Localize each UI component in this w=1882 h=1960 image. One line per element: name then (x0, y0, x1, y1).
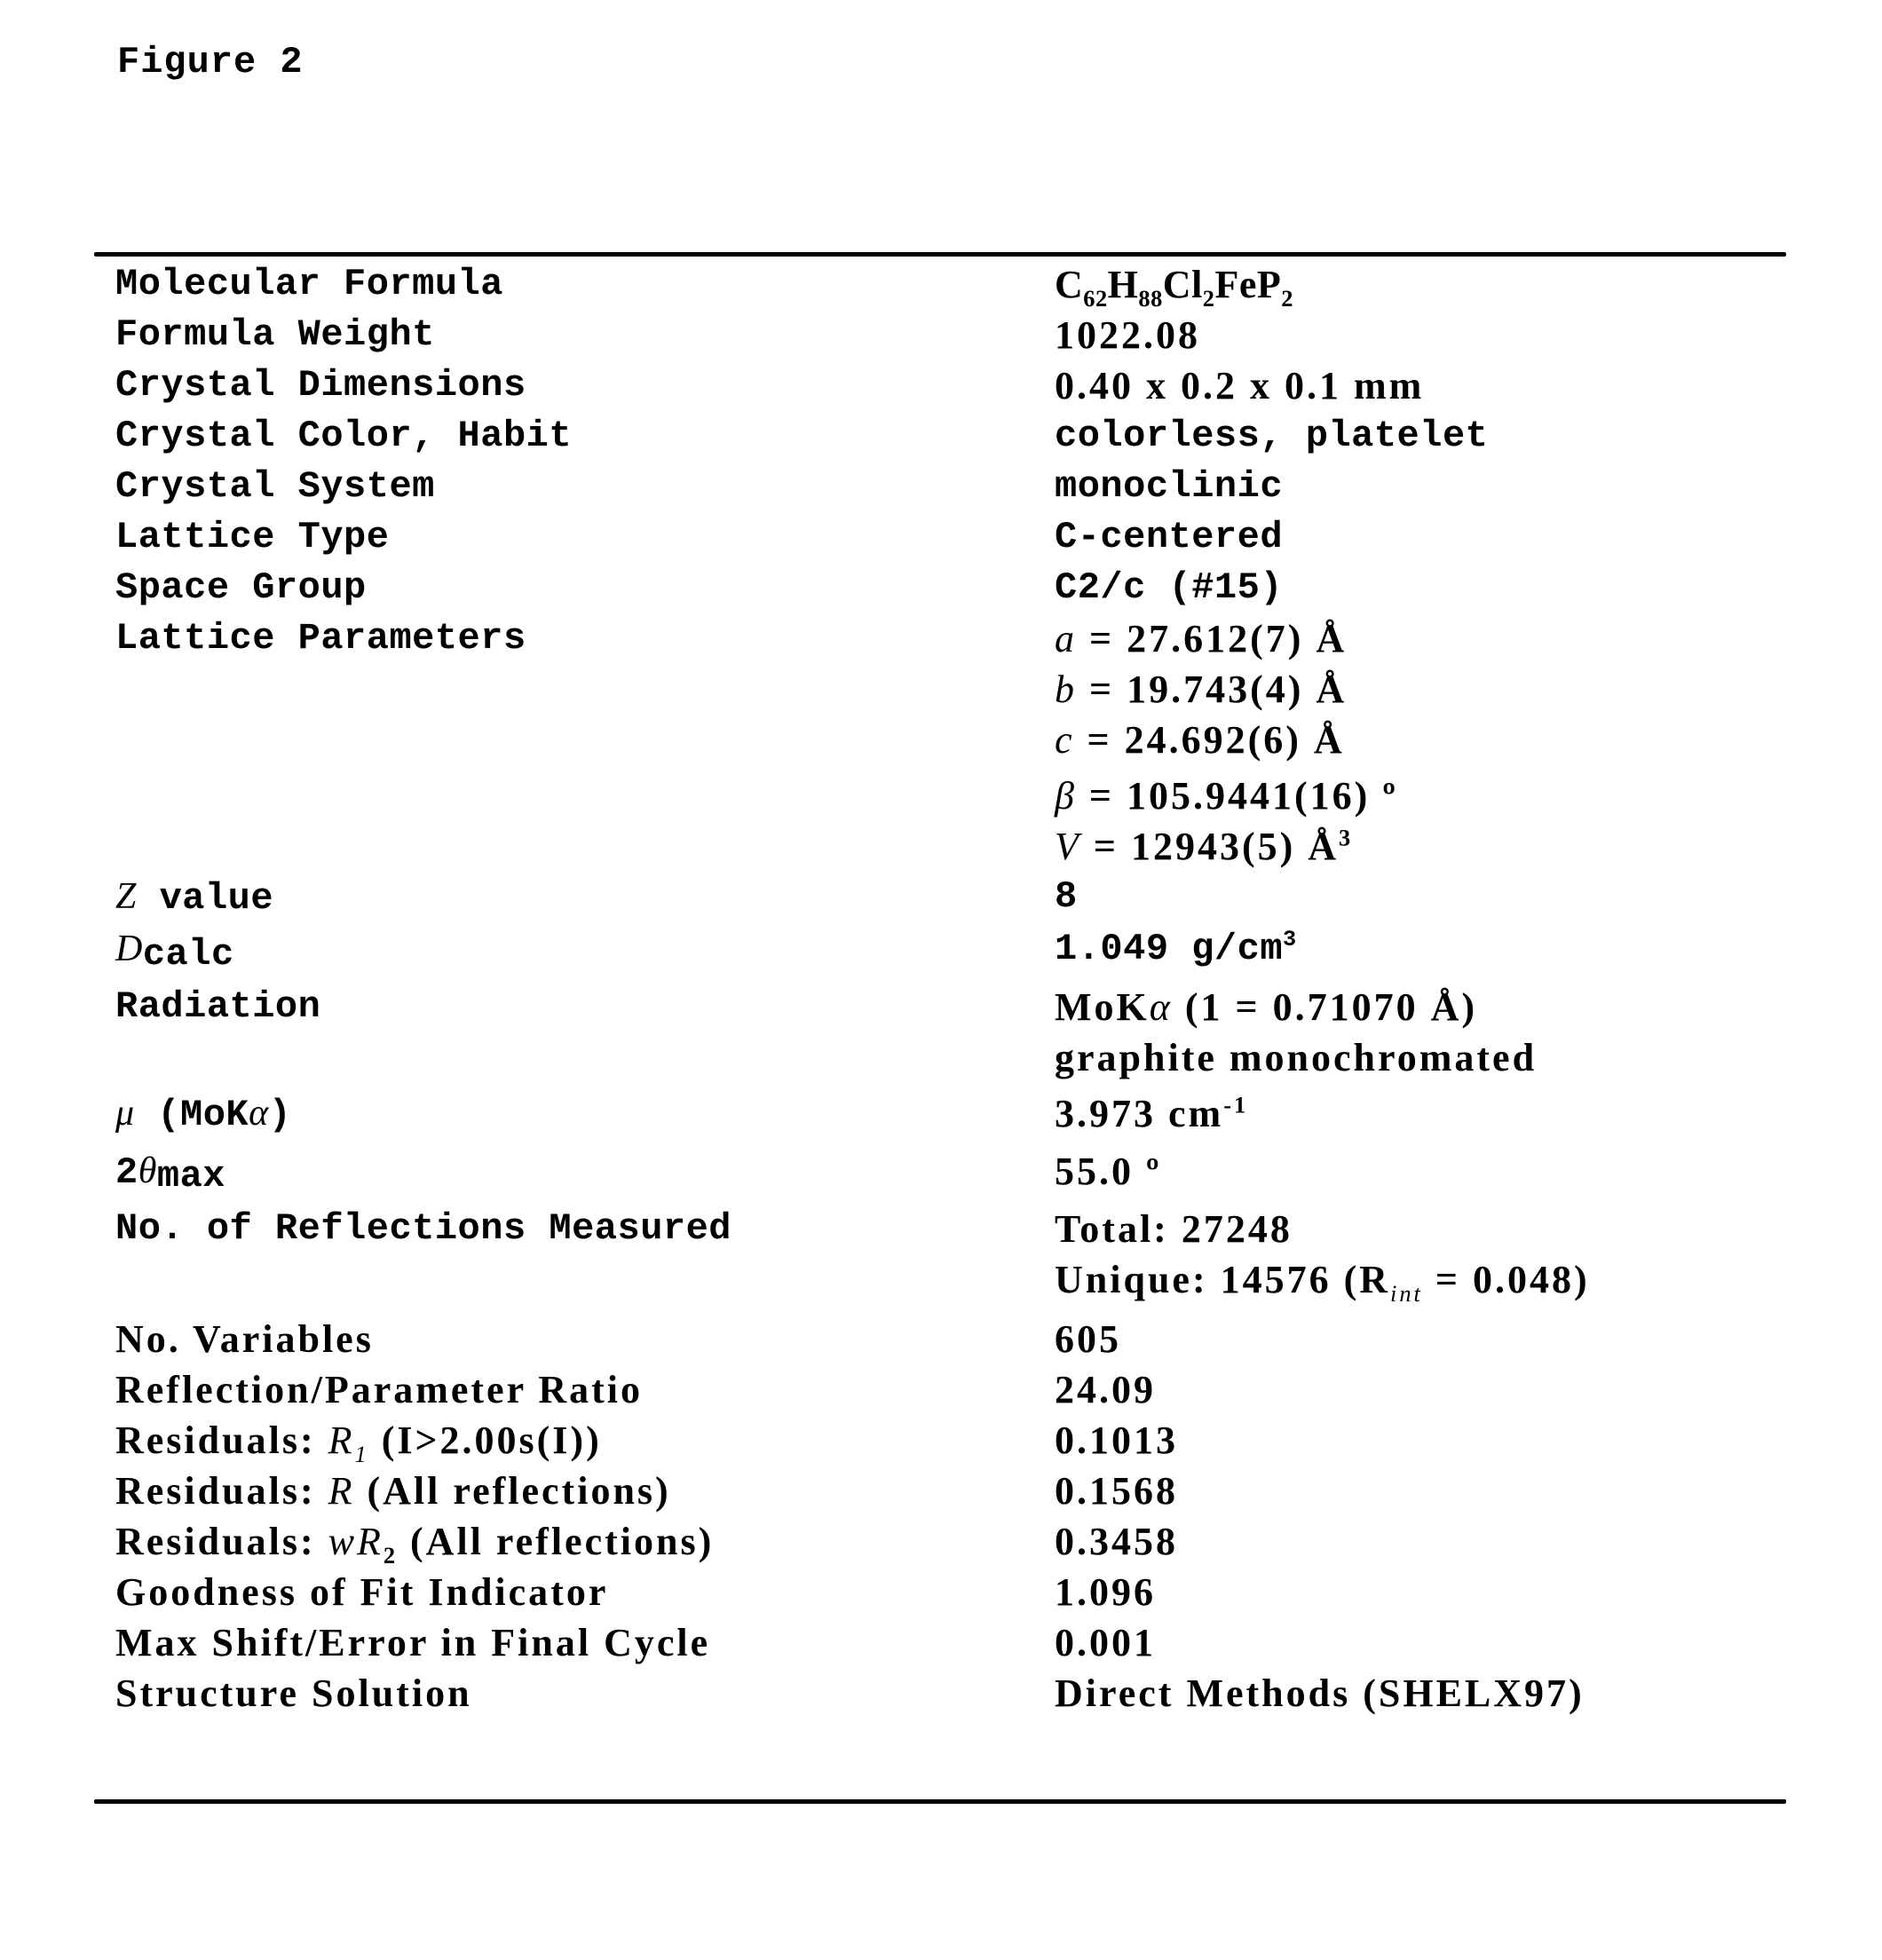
row-value: 8 (1055, 875, 1078, 918)
reflections-total: Total: 27248 (1055, 1207, 1293, 1251)
row-label: Formula Weight (115, 313, 435, 356)
table-row-max-shift: Max Shift/Error in Final Cycle 0.001 (115, 1617, 1767, 1668)
row-value: monoclinic (1055, 465, 1284, 508)
row-label: Goodness of Fit Indicator (115, 1570, 609, 1614)
lattice-param-volume: V = 12943(5) Å3 (1055, 824, 1354, 868)
row-value: 55.0 º (1055, 1150, 1162, 1193)
row-value: Direct Methods (SHELX97) (1055, 1672, 1585, 1715)
table-row-reflections-measured: No. of Reflections Measured Total: 27248… (115, 1204, 1767, 1305)
row-value: 0.40 x 0.2 x 0.1 mm (1055, 364, 1425, 407)
row-value: 605 (1055, 1317, 1121, 1361)
row-label: Residuals: R (All reflections) (115, 1469, 671, 1513)
table-row-dcalc: Dcalc 1.049 g/cm3 (115, 924, 1767, 976)
row-value: C-centered (1055, 516, 1284, 558)
table-row-residuals-r: Residuals: R (All reflections) 0.1568 (115, 1466, 1767, 1516)
table-row-residuals-r1: Residuals: R1 (I>2.00s(I)) 0.1013 (115, 1415, 1767, 1466)
row-label: μ (MoKα) (115, 1093, 292, 1136)
row-label: Crystal Color, Habit (115, 415, 573, 457)
lattice-param-b: b = 19.743(4) Å (1055, 668, 1348, 711)
reflections-values: Total: 27248 Unique: 14576 (Rint = 0.048… (1055, 1204, 1767, 1305)
table-row-no-variables: No. Variables 605 (115, 1314, 1767, 1364)
row-label: Residuals: wR2 (All reflections) (115, 1520, 715, 1569)
row-label: Space Group (115, 566, 367, 609)
row-label: Crystal Dimensions (115, 364, 526, 407)
table-row-residuals-wr2: Residuals: wR2 (All reflections) 0.3458 (115, 1516, 1767, 1567)
reflections-unique: Unique: 14576 (Rint = 0.048) (1055, 1258, 1590, 1307)
table-row-formula-weight: Formula Weight 1022.08 (115, 310, 1767, 360)
table-row-crystal-system: Crystal System monoclinic (115, 462, 1767, 512)
row-value: 0.1013 (1055, 1419, 1178, 1462)
row-value: 0.001 (1055, 1621, 1156, 1664)
row-label: Crystal System (115, 465, 435, 508)
table-row-goodness-of-fit: Goodness of Fit Indicator 1.096 (115, 1567, 1767, 1617)
table-row-structure-solution: Structure Solution Direct Methods (SHELX… (115, 1668, 1767, 1719)
table-row-molecular-formula: Molecular Formula C62H88Cl2FeP2 (115, 259, 1767, 310)
radiation-line-1: MoKα (1 = 0.71070 Å) (1055, 985, 1478, 1029)
table-row-mu: μ (MoKα) 3.973 cm-1 (115, 1088, 1767, 1141)
row-label: No. Variables (115, 1317, 374, 1361)
lattice-param-a: a = 27.612(7) Å (1055, 617, 1348, 660)
table-row-lattice-parameters: Lattice Parameters a = 27.612(7) Å b = 1… (115, 613, 1767, 872)
table-row-z-value: Z value 8 (115, 872, 1767, 924)
row-label: Molecular Formula (115, 263, 503, 305)
row-label: Radiation (115, 985, 321, 1028)
row-label: Z value (115, 876, 274, 920)
table-row-lattice-type: Lattice Type C-centered (115, 512, 1767, 563)
row-value: C2/c (#15) (1055, 566, 1284, 609)
row-label: Lattice Parameters (115, 617, 526, 660)
table-bottom-rule (94, 1799, 1786, 1804)
table-row-radiation: Radiation MoKα (1 = 0.71070 Å) graphite … (115, 982, 1767, 1083)
table-row-crystal-dimensions: Crystal Dimensions 0.40 x 0.2 x 0.1 mm (115, 360, 1767, 411)
row-value: 1.049 g/cm3 (1055, 927, 1297, 970)
row-label: Structure Solution (115, 1672, 472, 1715)
table-row-reflection-parameter-ratio: Reflection/Parameter Ratio 24.09 (115, 1364, 1767, 1415)
row-label: Reflection/Parameter Ratio (115, 1368, 643, 1411)
figure-title: Figure 2 (117, 41, 304, 83)
row-value: 3.973 cm-1 (1055, 1091, 1249, 1135)
table-row-two-theta-max: 2θmax 55.0 º (115, 1146, 1767, 1198)
row-label: Lattice Type (115, 516, 390, 558)
row-value: 1.096 (1055, 1570, 1156, 1614)
row-value: 1022.08 (1055, 313, 1200, 357)
row-label: Residuals: R1 (I>2.00s(I)) (115, 1419, 602, 1467)
lattice-parameters-values: a = 27.612(7) Å b = 19.743(4) Å c = 24.6… (1055, 613, 1767, 872)
row-label: No. of Reflections Measured (115, 1207, 732, 1250)
row-value: 24.09 (1055, 1368, 1156, 1411)
row-label: 2θmax (115, 1150, 225, 1197)
radiation-values: MoKα (1 = 0.71070 Å) graphite monochroma… (1055, 982, 1767, 1083)
lattice-param-c: c = 24.692(6) Å (1055, 718, 1345, 762)
lattice-param-beta: β = 105.9441(16) º (1055, 774, 1398, 818)
crystal-data-table: Molecular Formula C62H88Cl2FeP2 Formula … (115, 259, 1767, 1719)
row-value: 0.3458 (1055, 1520, 1178, 1563)
row-label: Dcalc (115, 929, 234, 976)
table-row-space-group: Space Group C2/c (#15) (115, 563, 1767, 613)
molecular-formula-value: C62H88Cl2FeP2 (1055, 263, 1293, 312)
row-value: 0.1568 (1055, 1469, 1178, 1513)
row-label: Max Shift/Error in Final Cycle (115, 1621, 711, 1664)
radiation-line-2: graphite monochromated (1055, 1036, 1538, 1079)
table-row-crystal-color-habit: Crystal Color, Habit colorless, platelet (115, 411, 1767, 462)
row-value: colorless, platelet (1055, 415, 1489, 457)
table-top-rule (94, 252, 1786, 257)
